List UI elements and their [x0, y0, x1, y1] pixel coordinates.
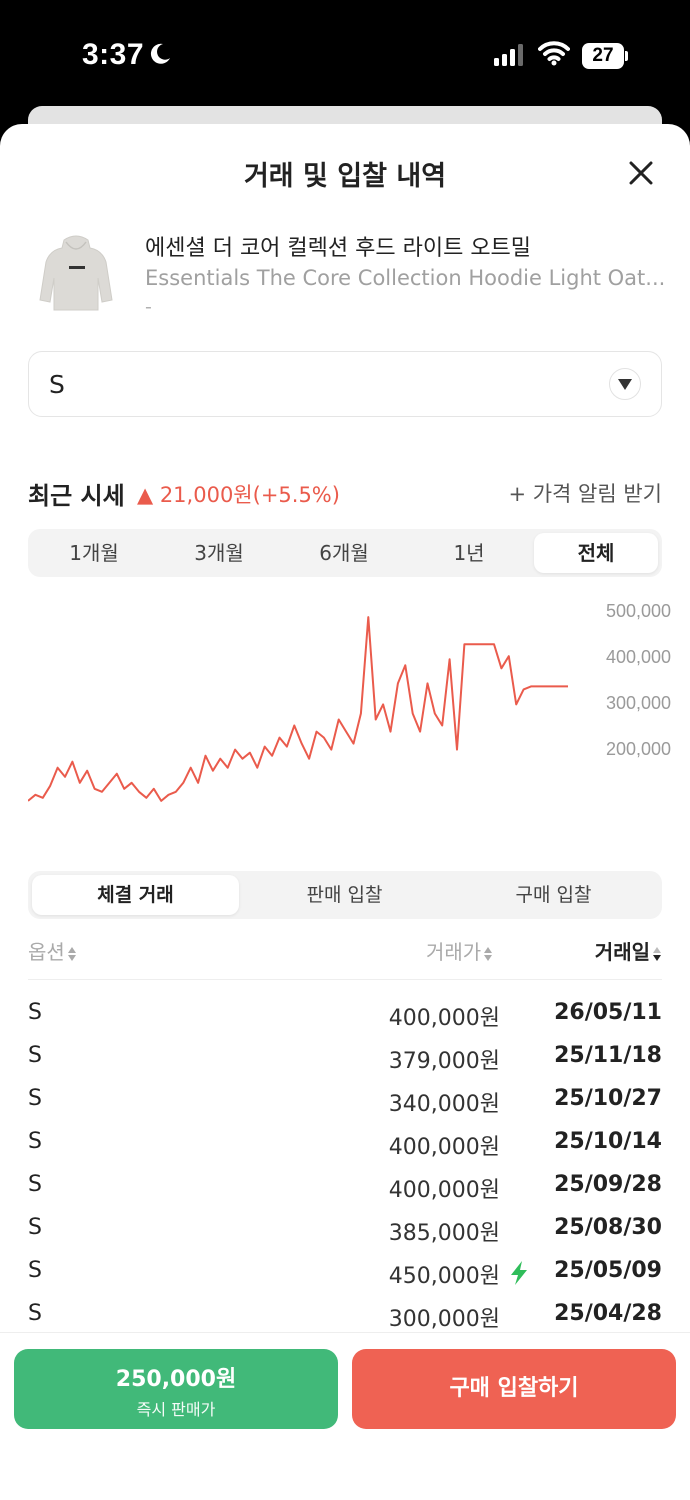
- table-row: S 340,000원 25/10/27: [28, 1082, 662, 1125]
- trade-tabs: 체결 거래 판매 입찰 구매 입찰: [28, 871, 662, 919]
- row-price: 400,000원: [388, 1135, 500, 1160]
- row-option: S: [28, 1129, 42, 1154]
- battery-icon: 27: [582, 43, 628, 69]
- row-date: 25/08/30: [554, 1215, 662, 1240]
- table-row: S 400,000원 25/09/28: [28, 1168, 662, 1211]
- tab-completed-trades[interactable]: 체결 거래: [32, 875, 239, 915]
- row-option: S: [28, 1301, 42, 1326]
- size-select[interactable]: S: [28, 351, 662, 417]
- row-price: 450,000원: [388, 1264, 500, 1289]
- table-row: S 400,000원 25/10/14: [28, 1125, 662, 1168]
- chevron-down-icon: [609, 368, 641, 400]
- sort-icon: [483, 946, 493, 962]
- product-name-ko: 에센셜 더 코어 컬렉션 후드 라이트 오트밀: [145, 236, 532, 261]
- period-tabs: 1개월 3개월 6개월 1년 전체: [28, 529, 662, 577]
- row-price: 340,000원: [388, 1092, 500, 1117]
- row-date: 25/04/28: [554, 1301, 662, 1326]
- row-date: 26/05/11: [554, 1000, 662, 1025]
- cellular-signal-icon: [494, 44, 523, 66]
- y-tick-label: 300,000: [606, 693, 672, 713]
- y-tick-label: 400,000: [606, 647, 672, 667]
- column-price[interactable]: 거래가: [426, 936, 493, 965]
- wifi-icon: [538, 41, 570, 66]
- tab-all[interactable]: 전체: [534, 533, 658, 573]
- price-chart-svg: [27, 616, 568, 802]
- price-chart: 500,000 400,000 300,000 200,000: [27, 599, 671, 834]
- trade-list: S 400,000원 26/05/11 S 379,000원 25/11/18 …: [28, 996, 662, 1340]
- row-option: S: [28, 1086, 42, 1111]
- close-icon[interactable]: [626, 158, 656, 188]
- sort-icon: [652, 946, 662, 962]
- recent-price-label: 최근 시세: [28, 482, 125, 510]
- row-price: 385,000원: [388, 1221, 500, 1246]
- sell-caption: 즉시 판매가: [136, 1400, 216, 1419]
- instant-sell-button[interactable]: 250,000원 즉시 판매가: [14, 1349, 338, 1429]
- product-image: [39, 235, 113, 311]
- lightning-icon: [511, 1261, 527, 1285]
- row-option: S: [28, 1172, 42, 1197]
- price-alert-link[interactable]: + 가격 알림 받기: [508, 478, 662, 508]
- size-value: S: [49, 370, 65, 399]
- sell-price: 250,000원: [115, 1367, 237, 1392]
- tab-3-months[interactable]: 3개월: [157, 533, 281, 573]
- row-price: 379,000원: [388, 1049, 500, 1074]
- bottom-action-bar: 250,000원 즉시 판매가 구매 입찰하기: [0, 1332, 690, 1500]
- tab-6-months[interactable]: 6개월: [282, 533, 406, 573]
- price-series-line: [27, 616, 568, 802]
- price-change: ▲ 21,000원(+5.5%): [137, 483, 340, 507]
- y-tick-label: 500,000: [606, 601, 672, 621]
- row-price: 400,000원: [388, 1006, 500, 1031]
- column-option[interactable]: 옵션: [28, 936, 77, 965]
- battery-level: 27: [582, 43, 624, 69]
- tab-sell-bids[interactable]: 판매 입찰: [241, 875, 448, 915]
- trade-history-sheet: 거래 및 입찰 내역 에센셜 더 코어 컬렉션 후드 라이트 오트밀 Essen…: [0, 124, 690, 1500]
- row-price: 300,000원: [388, 1307, 500, 1332]
- status-bar: 3:37 27: [0, 0, 690, 110]
- row-date: 25/09/28: [554, 1172, 662, 1197]
- row-option: S: [28, 1000, 42, 1025]
- row-price: 400,000원: [388, 1178, 500, 1203]
- table-row: S 385,000원 25/08/30: [28, 1211, 662, 1254]
- row-date: 25/11/18: [554, 1043, 662, 1068]
- table-row: S 400,000원 26/05/11: [28, 996, 662, 1039]
- row-option: S: [28, 1258, 42, 1283]
- table-header: 옵션 거래가 거래일: [28, 936, 662, 980]
- buy-bid-button[interactable]: 구매 입찰하기: [352, 1349, 676, 1429]
- tab-1-month[interactable]: 1개월: [32, 533, 156, 573]
- product-name-en: Essentials The Core Collection Hoodie Li…: [145, 266, 665, 290]
- row-option: S: [28, 1215, 42, 1240]
- product-sub: -: [145, 296, 152, 318]
- tab-1-year[interactable]: 1년: [407, 533, 531, 573]
- column-date[interactable]: 거래일: [595, 936, 662, 965]
- table-row: S 450,000원 25/05/09: [28, 1254, 662, 1297]
- row-date: 25/10/27: [554, 1086, 662, 1111]
- status-time: 3:37: [82, 38, 145, 71]
- sheet-title: 거래 및 입찰 내역: [243, 161, 447, 192]
- row-date: 25/10/14: [554, 1129, 662, 1154]
- moon-icon: [150, 43, 170, 64]
- row-option: S: [28, 1043, 42, 1068]
- row-date: 25/05/09: [554, 1258, 662, 1283]
- table-row: S 379,000원 25/11/18: [28, 1039, 662, 1082]
- tab-buy-bids[interactable]: 구매 입찰: [450, 875, 657, 915]
- y-tick-label: 200,000: [606, 739, 672, 759]
- sort-icon: [67, 946, 77, 962]
